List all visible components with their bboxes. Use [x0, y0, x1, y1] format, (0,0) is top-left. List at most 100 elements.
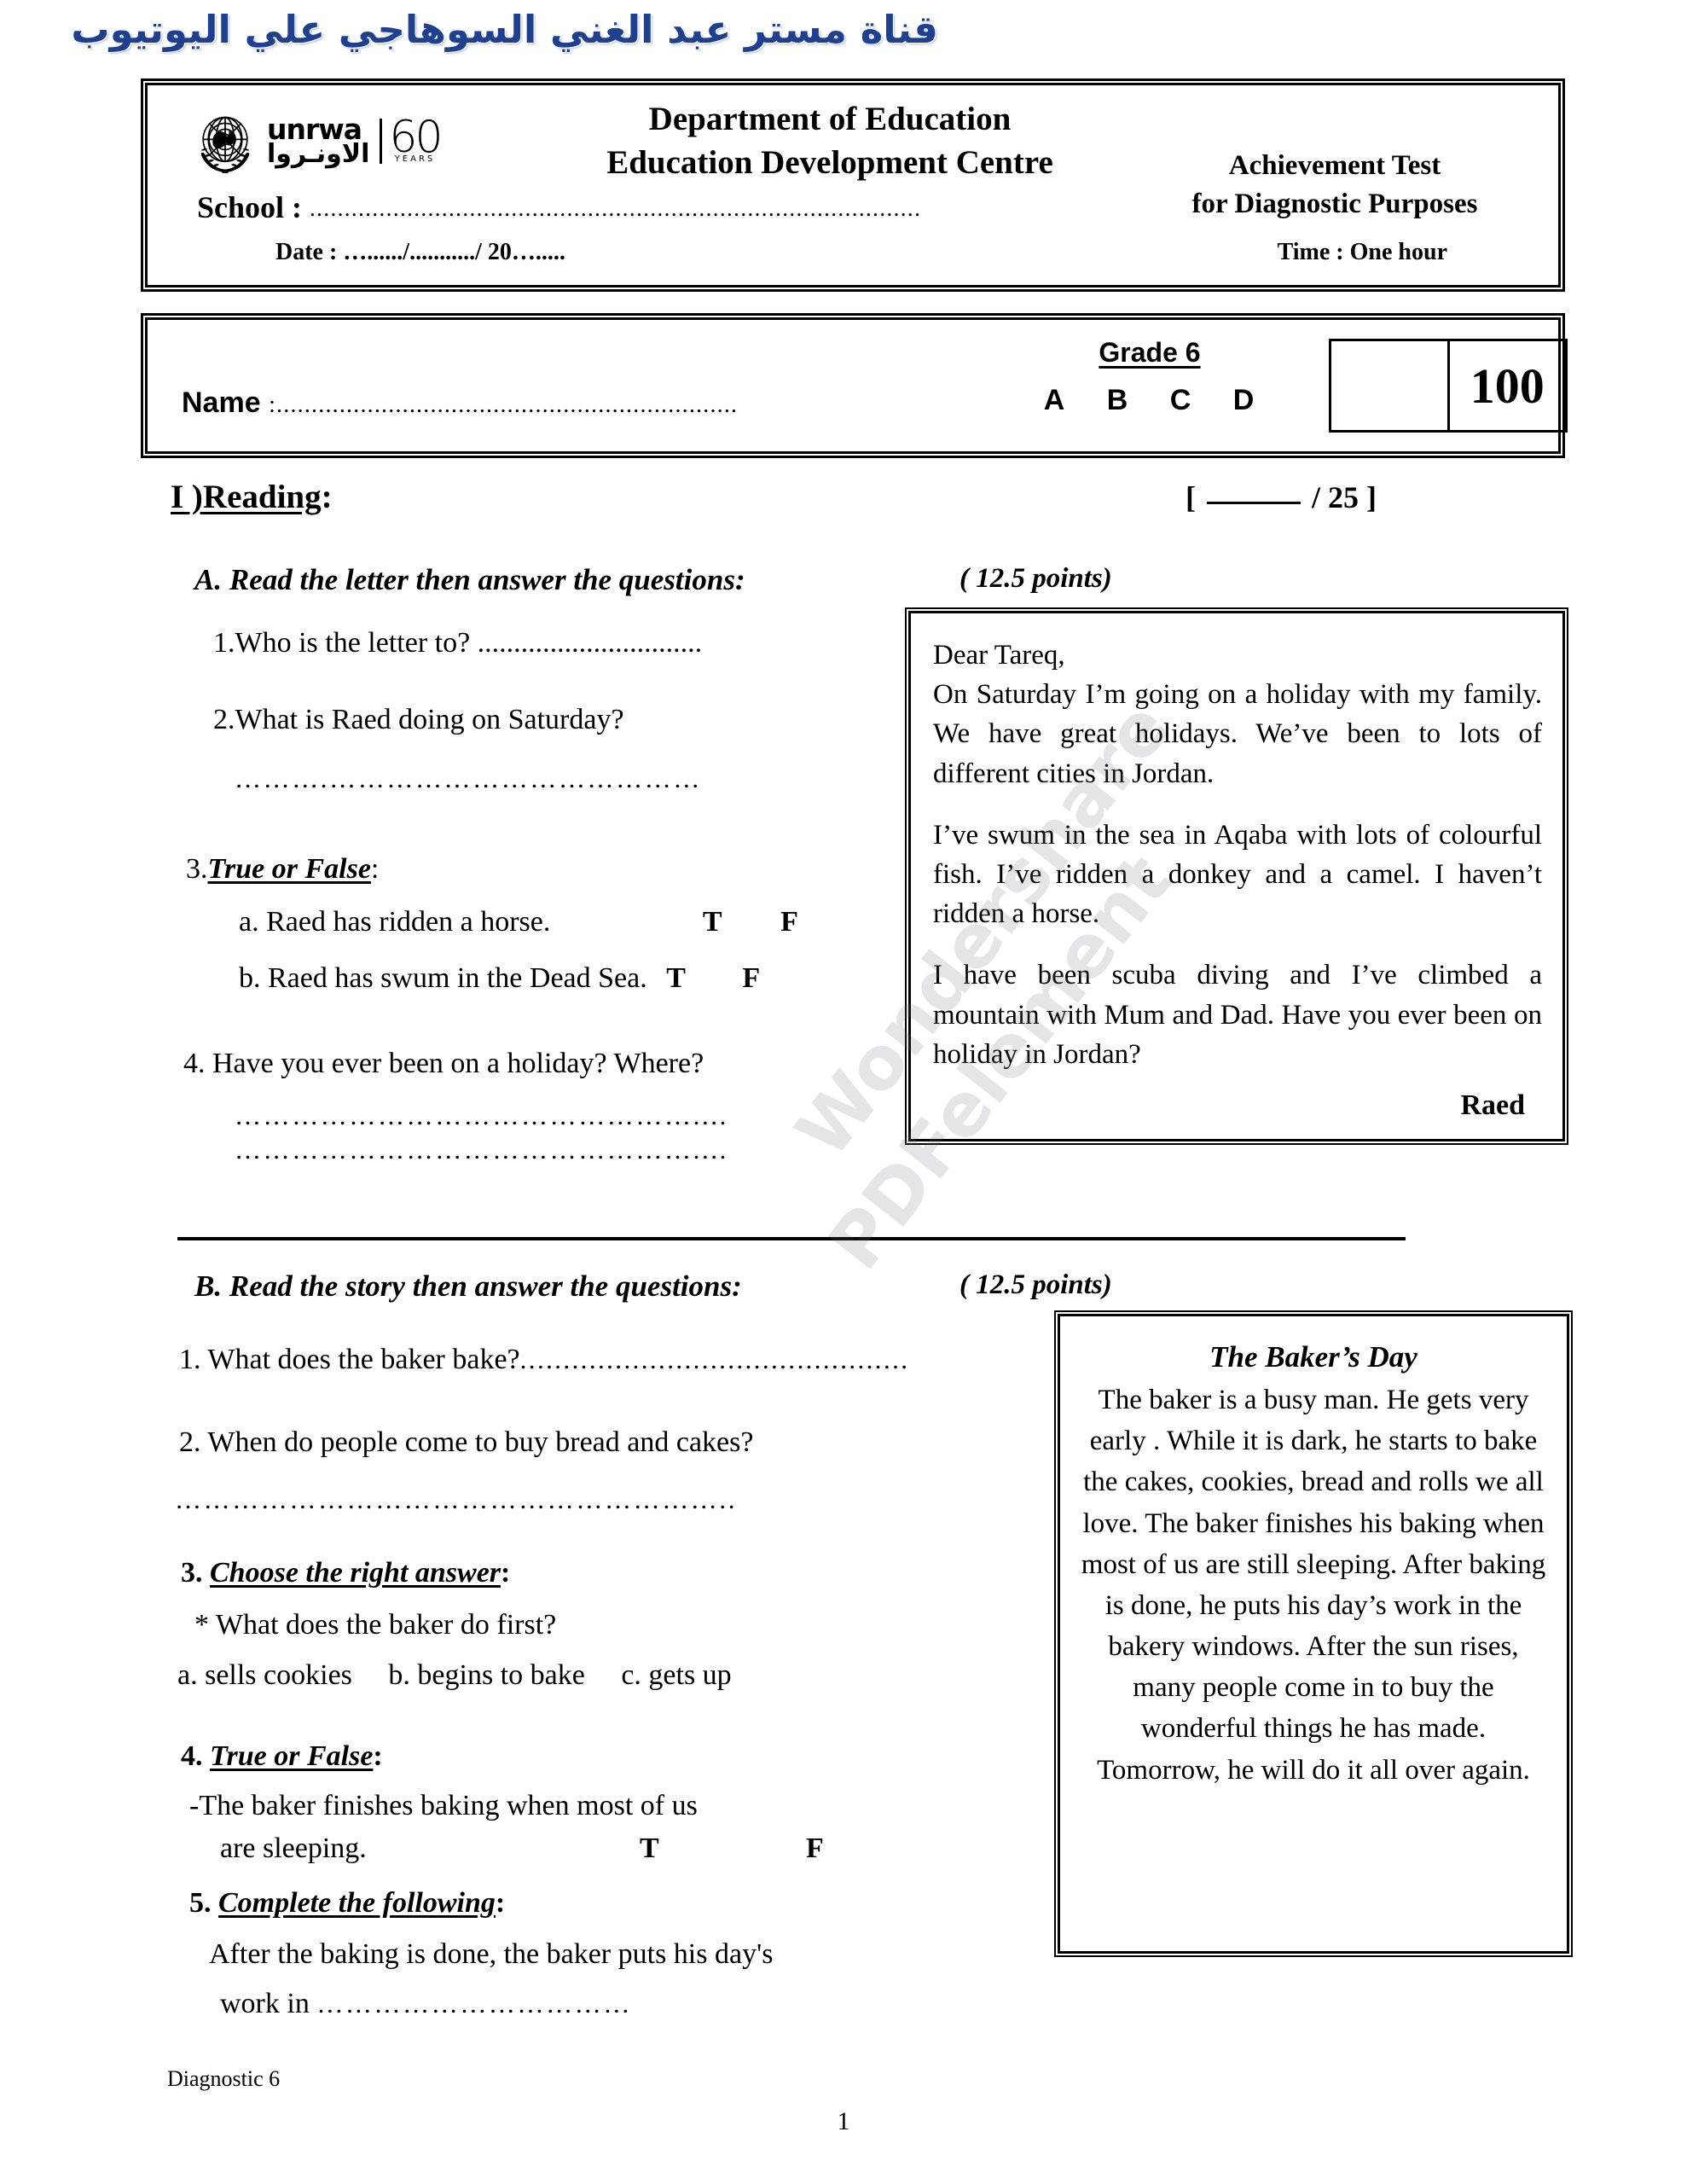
letter-passage-box: Dear Tareq, On Saturday I’m going on a h… [908, 611, 1565, 1141]
score-earned-cell[interactable] [1331, 341, 1450, 430]
unrwa-arabic-text: الاونـروا [267, 138, 370, 169]
exam-page: قناة مستر عبد الغني السوهاجي علي اليوتيو… [0, 0, 1687, 2184]
question-b3-colon: : [501, 1557, 511, 1589]
question-a3b: b. Raed has swum in the Dead Sea. T F [239, 962, 760, 995]
section-a-title: A. Read the letter then answer the quest… [194, 563, 745, 596]
question-b5-heading: 5. Complete the following: [189, 1887, 505, 1920]
answer-line-a2[interactable]: ……….………………………………… [235, 764, 702, 794]
question-a3a-false-option[interactable]: F [780, 906, 798, 938]
question-a2: 2.What is Raed doing on Saturday? [213, 704, 624, 735]
grade-letter-a[interactable]: A [1044, 384, 1067, 416]
question-b5-title: Complete the following [218, 1887, 496, 1919]
answer-line-b1[interactable]: ........................................… [520, 1345, 910, 1374]
section-a-points: ( 12.5 points) [959, 563, 1112, 594]
time-value: One hour [1349, 239, 1447, 265]
score-total-cell: 100 [1470, 357, 1545, 414]
name-label-text: Name [182, 386, 261, 419]
question-b4-statement-line1: -The baker finishes baking when most of … [189, 1790, 698, 1821]
question-a3-heading: 3.True or False: [186, 853, 379, 886]
marks-open-bracket: [ [1186, 480, 1196, 514]
grade-letter-d[interactable]: D [1233, 384, 1256, 416]
marks-close-bracket: ] [1366, 480, 1377, 514]
question-b5-colon: : [495, 1887, 506, 1919]
question-b3-option-c[interactable]: c. gets up [621, 1659, 731, 1691]
achievement-line-1: Achievement Test [1228, 150, 1441, 181]
reading-section-number: I ) [171, 479, 203, 515]
arabic-channel-banner: قناة مستر عبد الغني السوهاجي علي اليوتيو… [71, 7, 938, 52]
question-b2: 2. When do people come to buy bread and … [179, 1426, 754, 1458]
question-b4-title: True or False [210, 1740, 374, 1772]
question-a3b-true-option[interactable]: T [666, 962, 686, 994]
question-b3-options: a. sells cookies b. begins to bake c. ge… [177, 1659, 761, 1692]
question-b4-number: 4. [181, 1740, 203, 1772]
question-b3-option-b[interactable]: b. begins to bake [388, 1659, 584, 1691]
anniversary-number: 60 [389, 112, 443, 164]
letter-paragraph-2: I’ve swum in the sea in Aqaba with lots … [933, 819, 1542, 930]
question-b4-statement-line2: are sleeping. [220, 1833, 367, 1864]
answer-line-a4-1[interactable]: ………………………………………….... [235, 1101, 728, 1131]
question-b4-heading: 4. True or False: [181, 1740, 383, 1773]
section-b-title: B. Read the story then answer the questi… [194, 1269, 742, 1303]
story-body: The baker is a busy man. He gets very ea… [1081, 1385, 1546, 1786]
letter-signature: Raed [1460, 1089, 1525, 1121]
question-a3a-text: a. Raed has ridden a horse. [239, 906, 551, 938]
unrwa-logo: unrwa الاونـروا 60 YEARS [188, 101, 504, 182]
grade-block: Grade 6 A B C D [1009, 337, 1290, 417]
name-blank-line[interactable]: :.......................................… [269, 392, 738, 418]
question-a1: 1.Who is the letter to? ................… [213, 627, 703, 659]
question-b5-line2: work in …………………………… [220, 1988, 632, 2020]
answer-line-a4-2[interactable]: ………………………………………….... [235, 1135, 728, 1165]
story-title: The Baker’s Day [1209, 1340, 1417, 1374]
question-b3-stem: * What does the baker do first? [194, 1609, 557, 1641]
unrwa-wordmark: unrwa الاونـروا [267, 114, 370, 169]
united-nations-emblem-icon [200, 116, 250, 173]
anniversary-mark: 60 YEARS [380, 112, 443, 164]
question-a3a-true-option[interactable]: T [703, 906, 722, 938]
question-b4-true-option[interactable]: T [640, 1833, 659, 1865]
reading-marks-box: [ / 25 ] [1186, 479, 1377, 515]
question-a3a: a. Raed has ridden a horse. T F [239, 906, 798, 938]
question-b3-option-a[interactable]: a. sells cookies [177, 1659, 352, 1691]
question-a3b-text: b. Raed has swum in the Dead Sea. [239, 962, 647, 994]
letter-paragraph-1: On Saturday I’m going on a holiday with … [933, 679, 1542, 789]
grade-section-letters: A B C D [1009, 384, 1290, 417]
section-divider [177, 1237, 1406, 1240]
achievement-line-2: for Diagnostic Purposes [1191, 188, 1478, 219]
story-passage-box: The Baker’s Day The baker is a busy man.… [1058, 1314, 1569, 1954]
grade-letter-b[interactable]: B [1107, 384, 1130, 416]
question-b4-false-option[interactable]: F [806, 1833, 824, 1865]
reading-section-heading: I )Reading: [171, 478, 333, 516]
answer-line-b2[interactable]: ………………………………………………….. [175, 1484, 737, 1515]
question-a3b-false-option[interactable]: F [742, 962, 760, 994]
marks-denominator: / 25 [1312, 480, 1359, 514]
question-b4-colon: : [373, 1740, 383, 1772]
department-line-1: Department of Education [648, 101, 1012, 137]
school-blank-line[interactable]: ........................................… [310, 195, 921, 221]
reading-section-title: Reading [202, 479, 322, 515]
footer-label: Diagnostic 6 [167, 2066, 281, 2091]
question-b5-line1: After the baking is done, the baker puts… [209, 1938, 774, 1970]
letter-paragraph-3: I have been scuba diving and I’ve climbe… [933, 960, 1542, 1070]
letter-salutation: Dear Tareq, [933, 640, 1065, 671]
department-title: Department of Education Education Develo… [514, 97, 1145, 185]
question-b5-number: 5. [189, 1887, 212, 1919]
header-box: unrwa الاونـروا 60 YEARS Department of E… [145, 83, 1561, 288]
achievement-test-title: Achievement Test for Diagnostic Purposes [1130, 147, 1539, 223]
date-field[interactable]: Date : …....../.........../ 20…..... [275, 239, 565, 266]
question-b1: 1. What does the baker bake?............… [179, 1344, 909, 1376]
marks-blank[interactable] [1207, 502, 1301, 504]
question-a3-colon: : [370, 853, 380, 885]
question-b5-line2-text: work in [220, 1988, 310, 2019]
question-b3-title: Choose the right answer [210, 1557, 501, 1589]
school-field: School : ...............................… [197, 189, 921, 225]
time-label: Time : [1277, 239, 1344, 265]
reading-section-colon: : [321, 479, 333, 515]
school-label: School : [197, 190, 303, 224]
question-b3-number: 3. [181, 1557, 203, 1589]
score-box: 100 [1329, 339, 1568, 433]
question-b3-heading: 3. Choose the right answer: [181, 1557, 510, 1589]
time-field: Time : One hour [1278, 239, 1447, 266]
answer-line-b5[interactable]: …………………………… [316, 1989, 632, 2018]
grade-letter-c[interactable]: C [1170, 384, 1193, 416]
grade-title: Grade 6 [1099, 337, 1201, 368]
